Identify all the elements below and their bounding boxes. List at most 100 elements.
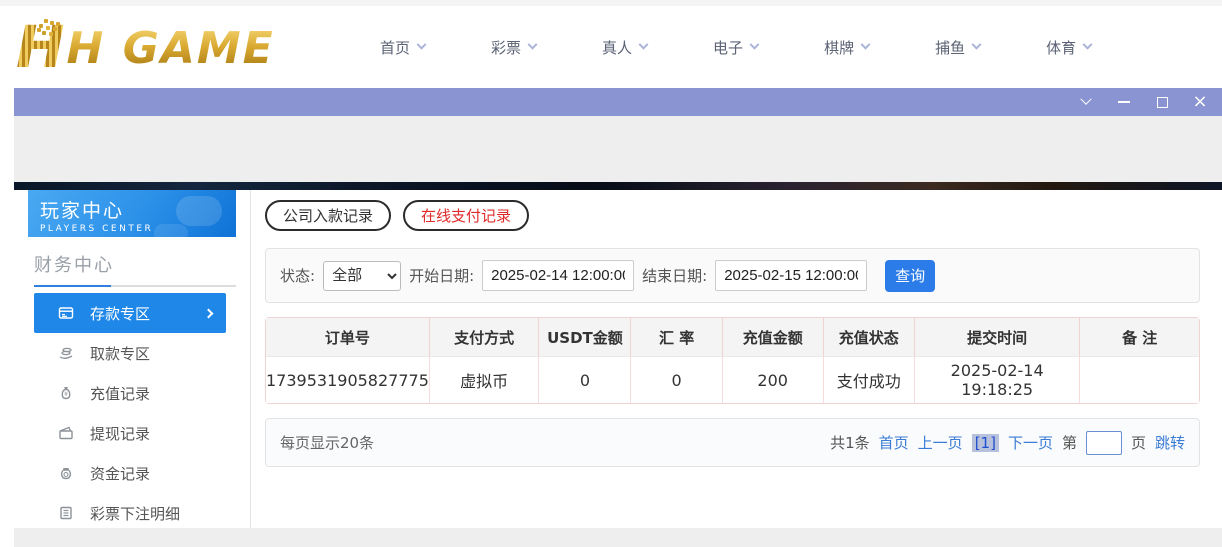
finance-center-label: 财务中心: [34, 255, 114, 276]
nav-item-fishing[interactable]: 捕鱼: [935, 37, 982, 58]
nav-label: 电子: [713, 38, 744, 57]
sidebar-item-withdrawal-records[interactable]: 提现记录: [34, 413, 226, 453]
card-machine-icon: [58, 305, 74, 321]
sidebar-menu: 存款专区 取款专区 ¥ 充值记录 提现记录 资金记录 彩票下注明细: [14, 293, 250, 533]
tab-online-payment-records[interactable]: 在线支付记录: [403, 200, 530, 231]
start-date-input[interactable]: [482, 260, 635, 291]
col-recharge-amount: 充值金额: [722, 318, 824, 357]
players-center-title: 玩家中心: [40, 200, 125, 222]
cell-remark: [1080, 357, 1199, 403]
query-button[interactable]: 查询: [885, 259, 936, 292]
embedded-window: × 玩家中心 PLAYERS CENTER 财务中心 存款专区 取款专区 ¥ 充…: [14, 88, 1222, 547]
wallet-icon: [58, 425, 74, 441]
status-select[interactable]: 全部: [323, 260, 402, 291]
per-page-label: 每页显示20条: [280, 434, 375, 452]
chevron-right-icon: [203, 308, 214, 318]
first-page-link[interactable]: 首页: [879, 432, 909, 453]
content-area: 玩家中心 PLAYERS CENTER 财务中心 存款专区 取款专区 ¥ 充值记…: [14, 190, 1222, 528]
hand-coins-icon: [58, 345, 74, 361]
sidebar-item-label: 充值记录: [90, 384, 151, 403]
prev-page-link[interactable]: 上一页: [918, 432, 963, 453]
col-usdt-amount: USDT金额: [539, 318, 632, 357]
window-chevron-down-icon[interactable]: [1078, 93, 1094, 110]
chevron-down-icon: [638, 39, 649, 50]
logo-confetti-decoration: [44, 19, 48, 23]
section-underline: [34, 285, 236, 287]
nav-item-lottery[interactable]: 彩票: [491, 37, 538, 58]
window-maximize-icon[interactable]: [1154, 94, 1170, 110]
jump-link[interactable]: 跳转: [1155, 432, 1185, 453]
sidebar-item-lottery-bet-details[interactable]: 彩票下注明细: [34, 493, 226, 533]
window-titlebar: ×: [14, 88, 1222, 116]
end-date-input[interactable]: [715, 260, 868, 291]
nav-label: 真人: [602, 38, 633, 57]
cell-order-number: 1739531905827775: [266, 357, 430, 403]
banner-bottom-edge: [14, 182, 1222, 190]
window-minimize-icon[interactable]: [1116, 94, 1132, 110]
nav-item-boardgames[interactable]: 棋牌: [824, 37, 871, 58]
logo-text: H GAME: [66, 23, 275, 74]
total-count-label: 共1条: [830, 434, 870, 452]
main-panel: 公司入款记录 在线支付记录 状态: 全部 开始日期: 结束日期: 查询 订单号: [251, 190, 1222, 528]
col-recharge-status: 充值状态: [823, 318, 915, 357]
nav-label: 彩票: [491, 38, 522, 57]
payment-records-table: 订单号 支付方式 USDT金额 汇 率 充值金额 充值状态 提交时间 备 注 1…: [265, 317, 1200, 404]
document-list-icon: [58, 505, 74, 521]
cell-recharge-status: 支付成功: [823, 357, 915, 403]
sidebar-item-label: 取款专区: [90, 344, 151, 363]
record-tabs: 公司入款记录 在线支付记录: [265, 200, 1200, 231]
sidebar-item-label: 资金记录: [90, 464, 151, 483]
site-logo[interactable]: H H GAME: [16, 13, 316, 81]
coin-purse-icon: [58, 465, 74, 481]
col-order-number: 订单号: [266, 318, 430, 357]
nav-label: 棋牌: [824, 38, 855, 57]
nav-item-sports[interactable]: 体育: [1046, 37, 1093, 58]
next-page-link[interactable]: 下一页: [1008, 432, 1053, 453]
table-row: 1739531905827775 虚拟币 0 0 200 支付成功 2025-0…: [266, 357, 1199, 403]
page-number-input[interactable]: [1085, 430, 1122, 455]
filter-panel: 状态: 全部 开始日期: 结束日期: 查询: [265, 248, 1200, 303]
sidebar-item-recharge-records[interactable]: ¥ 充值记录: [34, 373, 226, 413]
banner-empty-area: [14, 116, 1222, 182]
chevron-down-icon: [971, 39, 982, 50]
nav-item-slots[interactable]: 电子: [713, 37, 760, 58]
cell-exchange-rate: 0: [631, 357, 723, 403]
col-payment-method: 支付方式: [429, 318, 540, 357]
sidebar-item-funds-records[interactable]: 资金记录: [34, 453, 226, 493]
nav-label: 首页: [380, 38, 411, 57]
status-label: 状态:: [280, 267, 316, 285]
nav-label: 体育: [1046, 38, 1077, 57]
nav-item-home[interactable]: 首页: [380, 37, 427, 58]
tab-company-deposit-records[interactable]: 公司入款记录: [265, 200, 392, 231]
chevron-down-icon: [860, 39, 871, 50]
cell-usdt-amount: 0: [539, 357, 632, 403]
main-nav: 首页 彩票 真人 电子 棋牌 捕鱼 体育: [380, 37, 1093, 58]
jump-prefix-label: 第: [1061, 434, 1077, 452]
start-date-label: 开始日期:: [409, 267, 475, 285]
col-exchange-rate: 汇 率: [631, 318, 723, 357]
pagination-panel: 每页显示20条 共1条 首页 上一页 [1] 下一页 第 页 跳转: [265, 418, 1200, 467]
chevron-down-icon: [527, 39, 538, 50]
cell-recharge-amount: 200: [722, 357, 824, 403]
jump-suffix-label: 页: [1130, 434, 1146, 452]
nav-label: 捕鱼: [935, 38, 966, 57]
sidebar-item-label: 彩票下注明细: [90, 504, 181, 523]
chevron-down-icon: [1082, 39, 1093, 50]
chevron-down-icon: [749, 39, 760, 50]
sidebar-item-withdraw-zone[interactable]: 取款专区: [34, 333, 226, 373]
cell-submit-time: 2025-02-14 19:18:25: [914, 357, 1081, 403]
logo-text-h: H: [16, 13, 67, 81]
sidebar: 玩家中心 PLAYERS CENTER 财务中心 存款专区 取款专区 ¥ 充值记…: [14, 190, 251, 528]
players-center-subtitle: PLAYERS CENTER: [40, 224, 154, 234]
svg-text:¥: ¥: [64, 391, 68, 398]
money-bag-icon: ¥: [58, 385, 74, 401]
sidebar-item-deposit-zone[interactable]: 存款专区: [34, 293, 226, 333]
sidebar-item-label: 提现记录: [90, 424, 151, 443]
chevron-down-icon: [416, 39, 427, 50]
nav-item-live[interactable]: 真人: [602, 37, 649, 58]
table-header-row: 订单号 支付方式 USDT金额 汇 率 充值金额 充值状态 提交时间 备 注: [266, 318, 1199, 357]
site-header: H H GAME 首页 彩票 真人 电子 棋牌 捕鱼 体育: [0, 6, 1222, 88]
window-close-icon[interactable]: ×: [1192, 93, 1208, 111]
col-remark: 备 注: [1080, 318, 1199, 357]
current-page-indicator: [1]: [971, 433, 999, 452]
